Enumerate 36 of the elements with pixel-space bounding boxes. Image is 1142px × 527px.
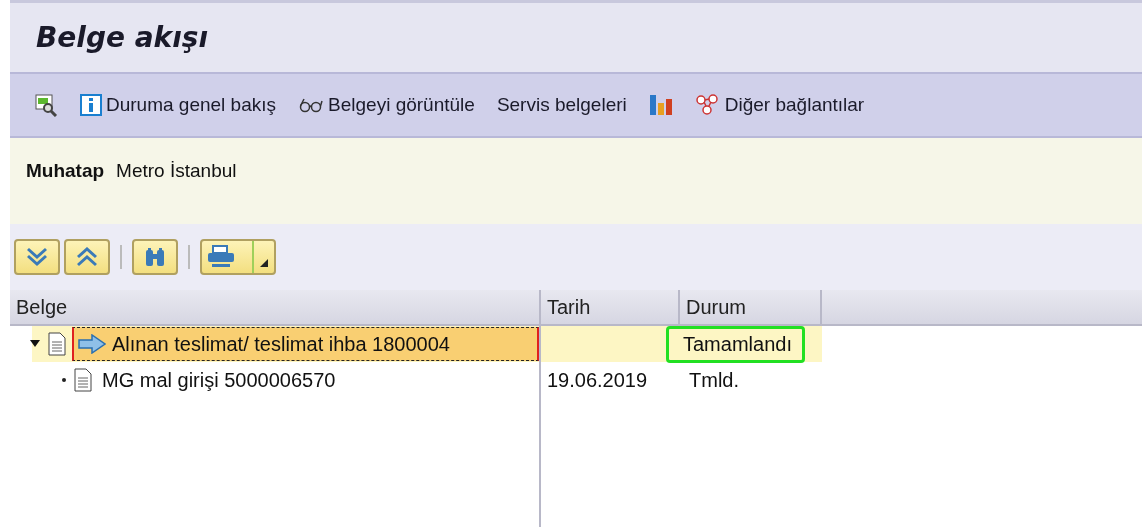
date-cell-text: 19.06.2019 (546, 367, 649, 393)
toolbar-button[interactable]: Duruma genel bakış (80, 94, 277, 116)
document-cell[interactable]: MG mal girişi 5000006570 (98, 363, 539, 397)
partner-label: Muhatap (26, 160, 105, 182)
toolbar-button[interactable]: Servis belgeleri (496, 94, 627, 116)
bar-chart-icon (648, 93, 673, 117)
info-icon (80, 94, 102, 116)
column-header[interactable]: Durum (680, 290, 822, 324)
glasses-icon (298, 96, 325, 114)
toolbar-button[interactable]: Belgeyi görüntüle (298, 94, 475, 116)
status-cell: Tamamlandı (666, 325, 805, 363)
double-chevron-down-icon (26, 247, 48, 267)
expand-triangle-icon[interactable] (30, 340, 40, 348)
binoculars-icon (144, 246, 166, 268)
find-button[interactable] (132, 239, 178, 275)
right-arrow-icon (78, 334, 106, 354)
status-search-button[interactable] (34, 93, 58, 117)
column-header[interactable]: Belge (10, 290, 541, 324)
print-button[interactable] (200, 239, 276, 275)
toolbar-button[interactable]: Diğer bağlantılar (694, 94, 865, 116)
printer-icon (206, 245, 236, 269)
collapse-all-button[interactable] (64, 239, 110, 275)
magnifier-document-icon (34, 93, 58, 117)
document-cell[interactable]: Alınan teslimat/ teslimat ihba 1800004 (72, 327, 539, 361)
double-chevron-up-icon (76, 247, 98, 267)
document-icon (48, 332, 66, 356)
column-header[interactable]: Tarih (541, 290, 680, 324)
partner-value: Metro İstanbul (116, 160, 237, 182)
expand-all-button[interactable] (14, 239, 60, 275)
document-icon (74, 368, 92, 392)
window-title: Belge akışı (36, 21, 209, 54)
linked-nodes-icon (694, 94, 721, 116)
dropdown-arrow-icon (260, 259, 268, 267)
leaf-dot-icon (62, 378, 66, 382)
status-cell-text: Tmld. (688, 367, 740, 393)
chart-button[interactable] (648, 93, 673, 117)
